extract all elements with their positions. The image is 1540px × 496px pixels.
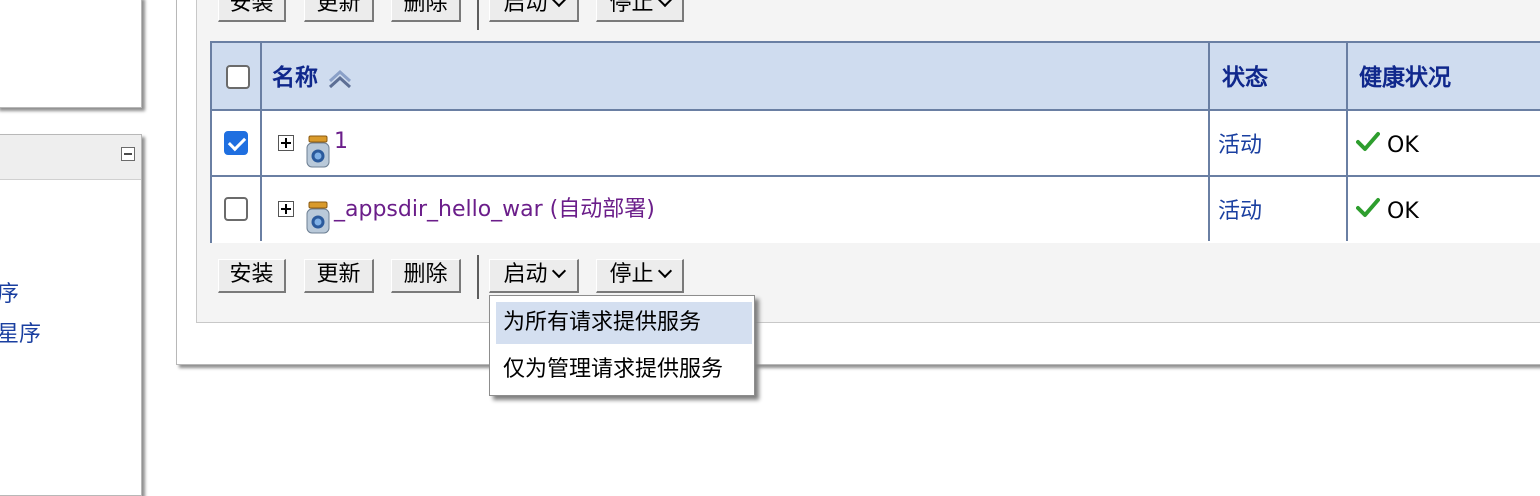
column-header-state[interactable]: 状态 [1222, 65, 1268, 91]
chevron-down-icon [551, 263, 566, 279]
select-all-checkbox[interactable] [226, 65, 250, 89]
start-button[interactable]: 启动 [489, 259, 579, 293]
left-panel-bottom: 序 星序 [0, 134, 142, 496]
start-label: 启动 [503, 262, 548, 287]
column-header-name[interactable]: 名称 [272, 65, 318, 91]
checkmark-icon [1356, 132, 1380, 151]
left-nav-link-2[interactable]: 星序 [0, 323, 41, 347]
state-value: 活动 [1218, 199, 1263, 224]
menu-item-serve-all-requests[interactable]: 为所有请求提供服务 [496, 302, 752, 344]
sort-ascending-icon[interactable] [328, 69, 352, 89]
start-button-top[interactable]: 启动 [489, 0, 579, 22]
chevron-down-icon [657, 263, 672, 279]
column-divider [1208, 43, 1210, 241]
column-divider [260, 43, 262, 241]
menu-item-serve-admin-requests[interactable]: 仅为管理请求提供服务 [496, 349, 735, 391]
health-value: OK [1387, 133, 1419, 158]
chevron-down-icon [551, 0, 566, 8]
left-panel-top [0, 0, 142, 108]
install-button-top[interactable]: 安装 [218, 0, 286, 22]
table-row: 1 活动 OK [212, 111, 1540, 177]
install-button[interactable]: 安装 [218, 259, 286, 293]
jar-icon [306, 135, 330, 168]
expand-icon[interactable] [278, 135, 294, 151]
chevron-down-icon [657, 0, 672, 8]
column-header-health[interactable]: 健康状况 [1359, 65, 1451, 91]
jar-icon [306, 201, 330, 234]
toolbar-separator [477, 255, 479, 299]
stop-button-top[interactable]: 停止 [596, 0, 684, 22]
expand-icon[interactable] [278, 201, 294, 217]
start-label-top: 启动 [503, 0, 548, 16]
table-header: 名称 状态 健康状况 [212, 43, 1540, 111]
row-checkbox[interactable] [224, 131, 248, 155]
deployments-table: 名称 状态 健康状况 1 活动 OK _appsdir_hello_war (自… [210, 41, 1540, 243]
health-value: OK [1387, 199, 1419, 224]
delete-button-top[interactable]: 删除 [391, 0, 461, 22]
stop-label-top: 停止 [609, 0, 654, 16]
stop-button[interactable]: 停止 [596, 259, 684, 293]
table-row: _appsdir_hello_war (自动部署) 活动 OK [212, 177, 1540, 243]
delete-button[interactable]: 删除 [391, 259, 461, 293]
checkmark-icon [1356, 198, 1380, 217]
row-checkbox[interactable] [224, 197, 248, 221]
column-divider [1346, 43, 1348, 241]
start-dropdown-menu: 为所有请求提供服务 仅为管理请求提供服务 [489, 295, 755, 396]
left-nav-link-1[interactable]: 序 [0, 283, 19, 307]
stop-label: 停止 [609, 262, 654, 287]
collapse-icon[interactable] [121, 147, 135, 161]
update-button-top[interactable]: 更新 [304, 0, 374, 22]
app-name-link[interactable]: 1 [334, 129, 348, 155]
update-button[interactable]: 更新 [304, 259, 374, 293]
left-panel-header [0, 135, 141, 180]
app-name-link[interactable]: _appsdir_hello_war (自动部署) [334, 197, 655, 223]
toolbar-separator-top [477, 0, 479, 30]
state-value: 活动 [1218, 133, 1263, 158]
